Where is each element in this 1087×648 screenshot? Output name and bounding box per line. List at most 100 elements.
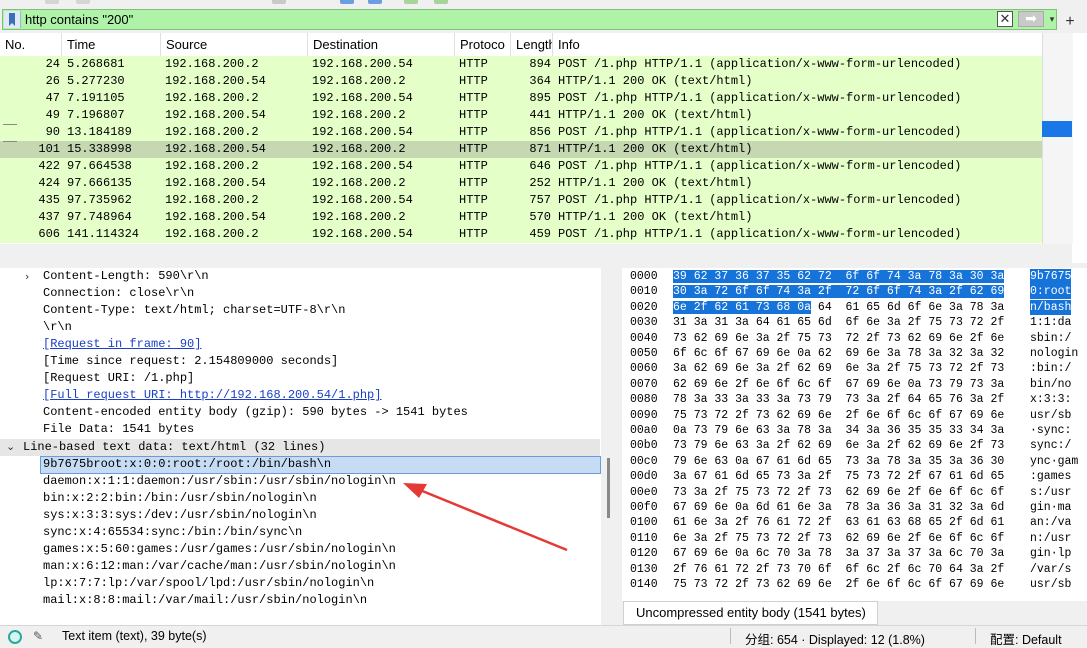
packet-cell-dst: 192.168.200.54 <box>312 193 413 207</box>
bytes-hex: 67 69 6e 0a 6d 61 6e 3a 78 3a 36 3a 31 3… <box>673 500 1004 515</box>
text-data-line[interactable]: daemon:x:1:1:daemon:/usr/sbin:/usr/sbin/… <box>43 473 396 490</box>
column-header-source[interactable]: Source <box>161 33 308 56</box>
detail-line-based-text[interactable]: Line-based text data: text/html (32 line… <box>23 439 325 456</box>
text-data-line[interactable]: lp:x:7:7:lp:/var/spool/lpd:/usr/sbin/nol… <box>43 575 374 592</box>
packet-list-scrollbar[interactable] <box>1042 33 1073 244</box>
packet-cell-no: 435 <box>38 193 60 207</box>
toolbar-button[interactable] <box>272 0 286 4</box>
toolbar-button[interactable] <box>45 0 59 4</box>
packet-cell-len: 570 <box>529 210 551 224</box>
details-scrollbar-thumb[interactable] <box>607 458 610 518</box>
packet-cell-proto: HTTP <box>459 91 488 105</box>
bytes-hex-values: 3a 62 69 6e 3a 2f 62 69 6e 3a 2f 75 73 7… <box>673 362 1005 376</box>
bytes-hex-values: 6e 2f 62 61 73 68 0a <box>673 300 812 314</box>
clear-icon[interactable]: ✕ <box>997 11 1013 27</box>
column-header-length[interactable]: Length <box>511 33 553 56</box>
bytes-ascii: gin·lp <box>1030 547 1072 561</box>
packet-cell-no: 101 <box>38 142 60 156</box>
column-header-info[interactable]: Info <box>553 33 1045 56</box>
packet-cell-proto: HTTP <box>459 125 488 139</box>
collapse-icon[interactable]: ⌄ <box>6 440 15 453</box>
packet-cell-len: 895 <box>529 91 551 105</box>
text-data-line[interactable]: sys:x:3:3:sys:/dev:/usr/sbin/nologin\n <box>43 507 317 524</box>
packet-cell-proto: HTTP <box>459 210 488 224</box>
packet-bytes-pane[interactable]: 0000 39 62 37 36 37 35 62 72 6f 6f 74 3a … <box>622 268 1087 601</box>
column-header-time[interactable]: Time^ <box>62 33 161 56</box>
status-ready-icon[interactable] <box>8 630 22 644</box>
packet-row[interactable]: 435 97.735962 192.168.200.2 192.168.200.54 H… <box>0 192 1042 209</box>
detail-crlf[interactable]: \r\n <box>43 319 72 336</box>
bytes-hex: 79 6e 63 0a 67 61 6d 65 73 3a 78 3a 35 3… <box>673 454 1004 469</box>
packet-row[interactable]: 24 5.268681 192.168.200.2 192.168.200.54 HTT… <box>0 56 1042 73</box>
text-data-line[interactable]: sync:x:4:65534:sync:/bin:/bin/sync\n <box>43 524 302 541</box>
packet-row[interactable]: 424 97.666135 192.168.200.54 192.168.200.2 H… <box>0 175 1042 192</box>
packet-cell-proto: HTTP <box>459 108 488 122</box>
detail-request-in-frame[interactable]: [Request in frame: 90] <box>43 336 201 353</box>
column-header-protocol[interactable]: Protoco <box>455 33 511 56</box>
bytes-tab-uncompressed[interactable]: Uncompressed entity body (1541 bytes) <box>623 601 878 625</box>
text-data-line[interactable]: man:x:6:12:man:/var/cache/man:/usr/sbin/… <box>43 558 396 575</box>
detail-content-type[interactable]: Content-Type: text/html; charset=UTF-8\r… <box>43 302 345 319</box>
chevron-down-icon[interactable]: ▾ <box>1046 11 1058 27</box>
packet-row[interactable]: 422 97.664538 192.168.200.2 192.168.200.54 H… <box>0 158 1042 175</box>
detail-file-data[interactable]: File Data: 1541 bytes <box>43 421 194 438</box>
bytes-ascii: usr/sb <box>1030 408 1072 422</box>
text-data-line[interactable]: mail:x:8:8:mail:/var/mail:/usr/sbin/nolo… <box>43 592 367 609</box>
bytes-hex: 73 62 69 6e 3a 2f 75 73 72 2f 73 62 69 6… <box>673 331 1004 346</box>
text-data-line[interactable]: 9b7675broot:x:0:0:root:/root:/bin/bash\n <box>43 456 331 473</box>
bytes-hex-values: 67 69 6e 0a 6c 70 3a 78 3a 37 3a 37 3a 6… <box>673 547 1005 561</box>
packet-list-horizontal-scrollbar[interactable] <box>0 244 1072 263</box>
packet-list: No. Time^ Source Destination Protoco Len… <box>0 33 1087 263</box>
toolbar-button[interactable] <box>340 0 354 4</box>
bytes-hex: 30 3a 72 6f 6f 74 3a 2f 72 6f 6f 74 3a 2… <box>673 284 1005 299</box>
text-data-line[interactable]: bin:x:2:2:bin:/bin:/usr/sbin/nologin\n <box>43 490 317 507</box>
toolbar-button[interactable] <box>368 0 382 4</box>
toolbar-button[interactable] <box>434 0 448 4</box>
detail-content-encoded[interactable]: Content-encoded entity body (gzip): 590 … <box>43 404 468 421</box>
bytes-ascii: /var/s <box>1030 562 1072 576</box>
packet-cell-no: 90 <box>45 125 60 139</box>
bytes-ascii: x:3:3: <box>1030 393 1072 407</box>
bytes-ascii: sync:/ <box>1030 439 1072 453</box>
detail-content-length[interactable]: Content-Length: 590\r\n <box>43 268 209 285</box>
toolbar-button[interactable] <box>76 0 90 4</box>
apply-arrow-icon[interactable]: ➡ <box>1018 11 1044 27</box>
bytes-offset: 0040 <box>630 331 658 345</box>
packet-row[interactable]: 101 15.338998 192.168.200.54 192.168.200.2 H… <box>0 141 1042 158</box>
packet-row[interactable]: 606 141.114324 192.168.200.2 192.168.200.54… <box>0 226 1042 243</box>
details-scrollbar[interactable] <box>601 268 612 625</box>
request-in-frame-link[interactable]: [Request in frame: 90] <box>43 337 201 351</box>
packet-row[interactable]: 49 7.196807 192.168.200.54 192.168.200.2 HTT… <box>0 107 1042 124</box>
related-packet-icon <box>3 141 17 142</box>
status-profile[interactable]: 配置: Default <box>990 629 1062 648</box>
bytes-offset: 00d0 <box>630 470 658 484</box>
display-filter-bar: ✕ ➡ ▾ + <box>0 6 1087 33</box>
column-header-no[interactable]: No. <box>0 33 62 56</box>
column-header-destination[interactable]: Destination <box>308 33 455 56</box>
full-request-uri-link[interactable]: [Full request URI: http://192.168.200.54… <box>43 388 381 402</box>
plus-icon[interactable]: + <box>1062 14 1078 30</box>
bytes-ascii: ync·gam <box>1030 454 1079 468</box>
packet-row[interactable]: 26 5.277230 192.168.200.54 192.168.200.2 HTT… <box>0 73 1042 90</box>
detail-request-uri[interactable]: [Request URI: /1.php] <box>43 370 194 387</box>
expand-icon[interactable]: › <box>25 270 29 283</box>
packet-row[interactable]: 47 7.191105 192.168.200.2 192.168.200.54 HTT… <box>0 90 1042 107</box>
packet-cell-time: 97.748964 <box>67 210 132 224</box>
edit-comment-icon[interactable]: ✎ <box>33 629 47 643</box>
packet-row[interactable]: 437 97.748964 192.168.200.54 192.168.200.2 H… <box>0 209 1042 226</box>
detail-connection[interactable]: Connection: close\r\n <box>43 285 194 302</box>
packet-cell-dst: 192.168.200.2 <box>312 108 406 122</box>
status-field-info: Text item (text), 39 byte(s) <box>62 629 207 643</box>
packet-cell-proto: HTTP <box>459 176 488 190</box>
display-filter-field: ✕ ➡ ▾ <box>2 9 1057 30</box>
detail-time-since-request[interactable]: [Time since request: 2.154809000 seconds… <box>43 353 338 370</box>
toolbar-button[interactable] <box>404 0 418 4</box>
packet-row[interactable]: 90 13.184189 192.168.200.2 192.168.200.54 HT… <box>0 124 1042 141</box>
bookmark-icon[interactable] <box>4 11 21 28</box>
bytes-hex-values: 61 6e 3a 2f 76 61 72 2f 63 61 63 68 65 2… <box>673 516 1005 530</box>
display-filter-input[interactable] <box>25 11 985 28</box>
packet-cell-time: 13.184189 <box>67 125 132 139</box>
packet-cell-info: HTTP/1.1 200 OK (text/html) <box>558 176 753 190</box>
detail-full-request-uri[interactable]: [Full request URI: http://192.168.200.54… <box>43 387 381 404</box>
text-data-line[interactable]: games:x:5:60:games:/usr/games:/usr/sbin/… <box>43 541 396 558</box>
